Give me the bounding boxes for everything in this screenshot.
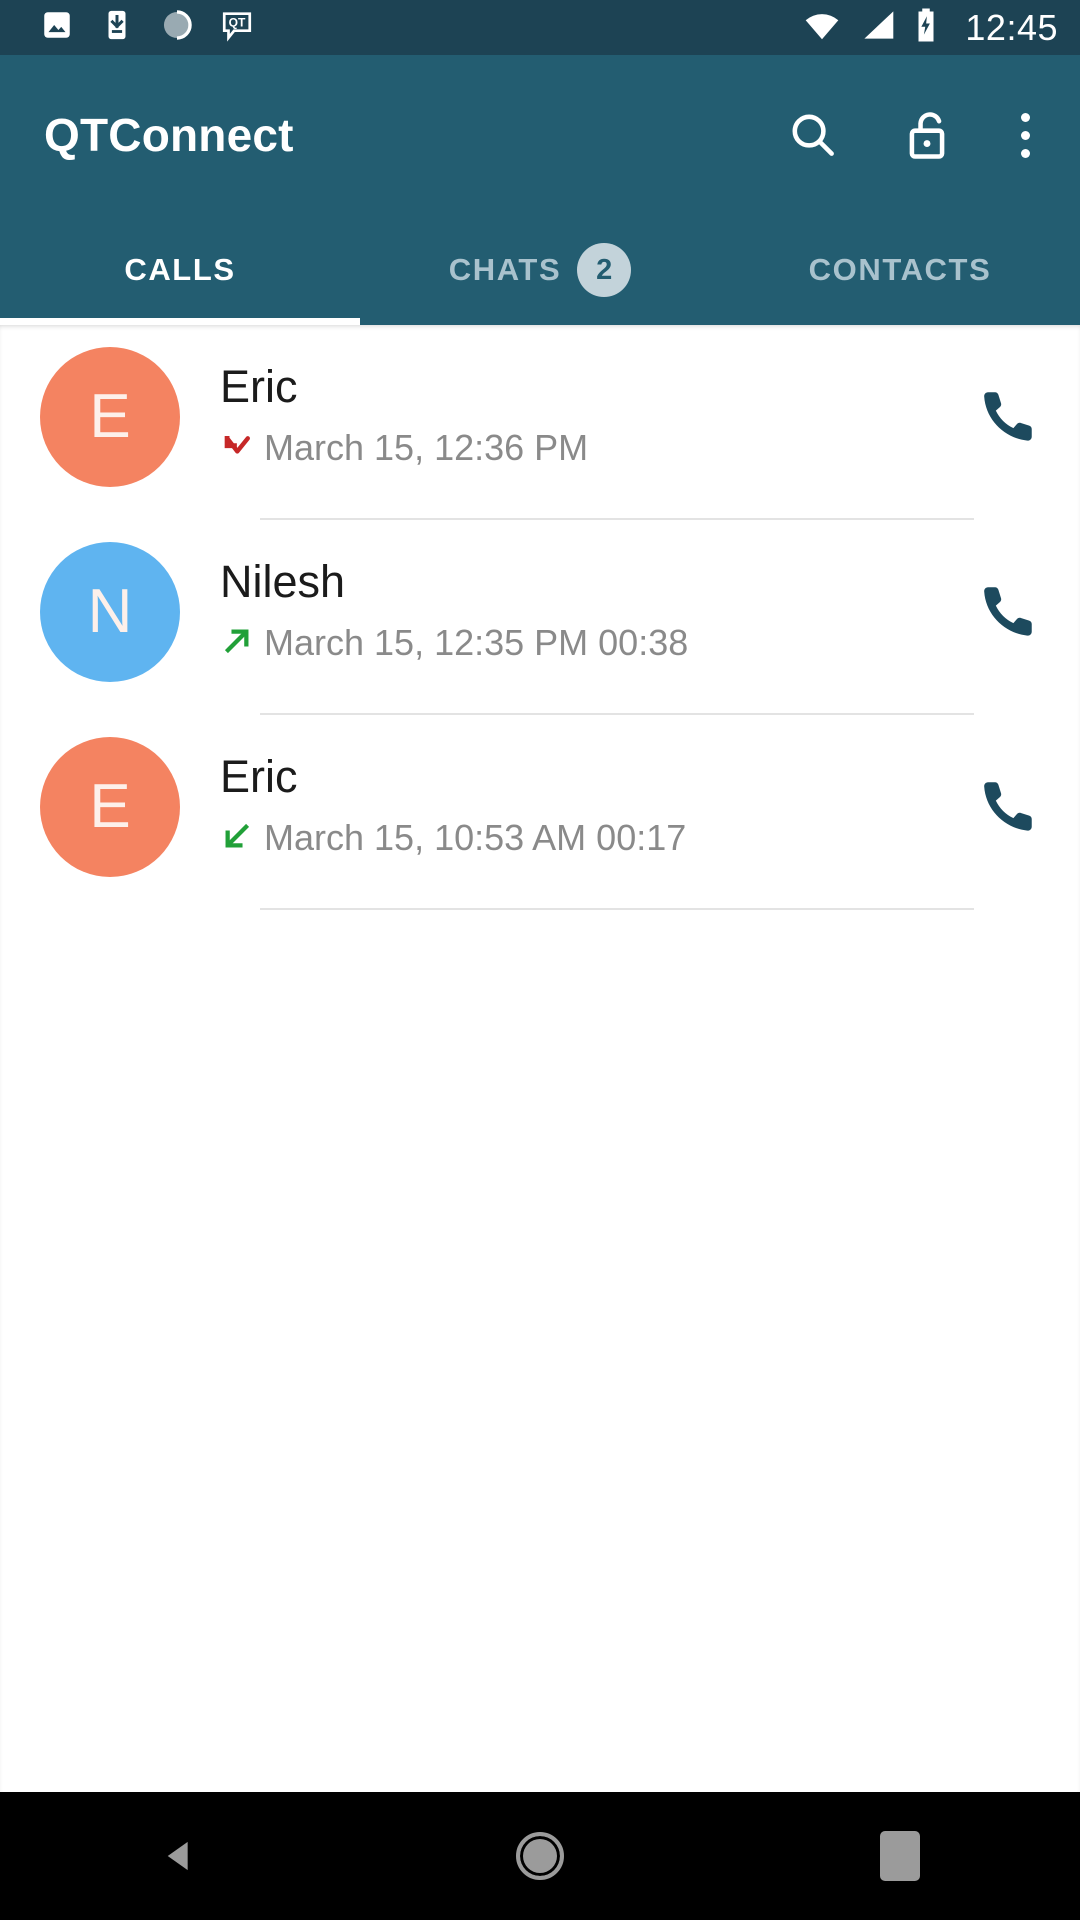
call-row-subtitle: March 15, 12:35 PM 00:38 (220, 622, 954, 664)
tab-bar: CALLS CHATS 2 CONTACTS (0, 215, 1080, 325)
contact-name: Eric (220, 751, 298, 802)
recents-square-icon (880, 1831, 920, 1881)
call-timestamp: March 15, 12:35 PM 00:38 (264, 622, 689, 664)
download-notification-icon (100, 8, 134, 47)
avatar: E (40, 737, 180, 877)
overflow-menu-button[interactable] (1010, 104, 1040, 166)
search-button[interactable] (782, 104, 844, 166)
tab-chats[interactable]: CHATS 2 (360, 215, 720, 325)
call-log-row[interactable]: E Eric March 15, 12:36 PM (0, 325, 1080, 520)
cellular-signal-icon (859, 8, 897, 47)
tab-contacts[interactable]: CONTACTS (720, 215, 1080, 325)
call-row-subtitle: March 15, 12:36 PM (220, 427, 954, 469)
image-notification-icon (40, 8, 74, 47)
call-button[interactable] (974, 575, 1044, 645)
call-timestamp: March 15, 12:36 PM (264, 427, 589, 469)
qt-message-notification-icon: QT (220, 8, 254, 47)
avatar-initial: E (89, 382, 131, 451)
avatar-initial: N (87, 577, 133, 646)
call-button[interactable] (974, 380, 1044, 450)
avatar: N (40, 542, 180, 682)
app-title: QTConnect (44, 109, 294, 161)
svg-text:QT: QT (229, 15, 246, 29)
home-circle-icon (516, 1832, 564, 1880)
outgoing-call-icon (220, 624, 254, 663)
menu-dot (1020, 112, 1030, 122)
contact-name: Nilesh (220, 556, 346, 607)
wifi-icon (801, 8, 843, 47)
phone-screen: QT 12:45 QTConnect CALLS CHATS 2 CONTACT… (0, 0, 1080, 1920)
call-log-list: E Eric March 15, 12:36 PM N Nilesh March… (0, 325, 1080, 1792)
menu-dot (1020, 148, 1030, 158)
call-timestamp: March 15, 10:53 AM 00:17 (264, 817, 687, 859)
menu-dot (1020, 130, 1030, 140)
call-log-row[interactable]: N Nilesh March 15, 12:35 PM 00:38 (0, 520, 1080, 715)
call-log-row[interactable]: E Eric March 15, 10:53 AM 00:17 (0, 715, 1080, 910)
nav-home-button[interactable] (360, 1832, 720, 1880)
call-row-body: Eric March 15, 10:53 AM 00:17 (220, 715, 974, 910)
system-navigation-bar (0, 1792, 1080, 1920)
call-row-body: Nilesh March 15, 12:35 PM 00:38 (220, 520, 974, 715)
call-row-body: Eric March 15, 12:36 PM (220, 325, 974, 520)
nav-back-button[interactable] (0, 1833, 360, 1879)
app-bar-actions (782, 104, 1040, 166)
lock-button[interactable] (896, 104, 958, 166)
chats-unread-badge: 2 (577, 243, 632, 297)
tab-calls[interactable]: CALLS (0, 215, 360, 325)
avatar: E (40, 347, 180, 487)
status-system-icons: 12:45 (801, 7, 1058, 49)
tab-contacts-label: CONTACTS (808, 252, 992, 287)
contact-name: Eric (220, 361, 298, 412)
incoming-call-icon (220, 819, 254, 858)
tab-chats-label: CHATS (448, 252, 562, 287)
tab-calls-label: CALLS (124, 252, 236, 287)
app-bar: QTConnect (0, 55, 1080, 215)
status-clock: 12:45 (965, 6, 1058, 48)
avatar-initial: E (89, 772, 131, 841)
sync-progress-icon (160, 8, 194, 47)
call-row-subtitle: March 15, 10:53 AM 00:17 (220, 817, 954, 859)
status-bar: QT 12:45 (0, 0, 1080, 55)
battery-charging-icon (913, 7, 939, 48)
status-notification-icons: QT (40, 8, 254, 47)
missed-call-icon (220, 429, 254, 468)
tab-active-indicator (0, 318, 360, 325)
row-divider (260, 908, 974, 910)
nav-recents-button[interactable] (720, 1831, 1080, 1881)
call-button[interactable] (974, 770, 1044, 840)
